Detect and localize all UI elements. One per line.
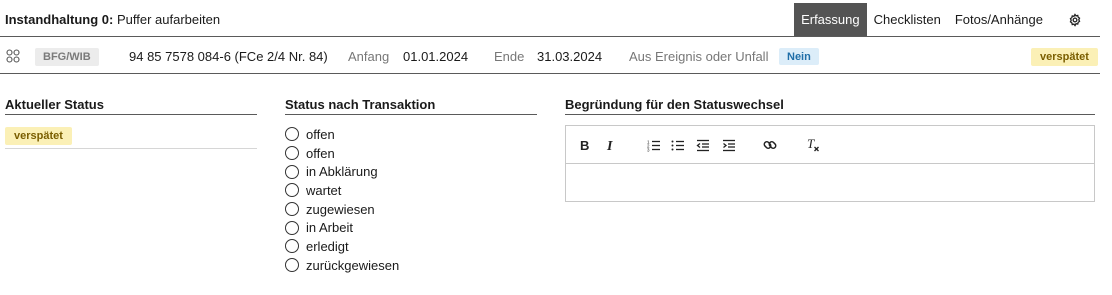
bullet-list-icon[interactable]	[669, 136, 687, 154]
end-value: 31.03.2024	[537, 48, 603, 64]
radio-label: zugewiesen	[306, 201, 375, 217]
current-status-badge: verspätet	[5, 127, 72, 145]
title-text: Puffer aufarbeiten	[116, 12, 221, 27]
svg-text:3: 3	[647, 147, 650, 152]
radio-zurueckgewiesen[interactable]: zurückgewiesen	[285, 256, 399, 275]
status-radio-group: offen offen in Abklärung wartet zugewies…	[285, 125, 399, 275]
tab-fotos-anhaenge[interactable]: Fotos/Anhänge	[948, 3, 1050, 36]
radio-button[interactable]	[285, 202, 299, 217]
title-prefix: Instandhaltung 0:	[5, 12, 114, 27]
link-icon[interactable]	[761, 136, 779, 154]
ordered-list-icon[interactable]: 1 2 3	[645, 136, 663, 154]
divider	[5, 114, 257, 115]
radio-button[interactable]	[285, 127, 299, 142]
radio-button[interactable]	[285, 164, 299, 179]
gear-icon[interactable]	[1050, 3, 1100, 36]
outdent-icon[interactable]	[694, 136, 712, 154]
editor-toolbar: B I 1 2 3 T	[566, 126, 1094, 164]
tab-bar: Erfassung Checklisten Fotos/Anhänge	[794, 3, 1100, 36]
reason-heading: Begründung für den Statuswechsel	[565, 97, 784, 112]
radio-in-arbeit[interactable]: in Arbeit	[285, 218, 399, 237]
indent-icon[interactable]	[720, 136, 738, 154]
clear-format-icon[interactable]: T	[804, 136, 822, 154]
drag-handle-icon[interactable]	[5, 38, 21, 74]
radio-offen[interactable]: offen	[285, 125, 399, 144]
radio-button[interactable]	[285, 258, 299, 273]
bold-icon[interactable]: B	[576, 136, 594, 154]
header-bar: Instandhaltung 0: Puffer aufarbeiten Erf…	[0, 0, 1100, 37]
divider	[285, 114, 537, 115]
radio-label: offen	[306, 145, 335, 161]
radio-button[interactable]	[285, 183, 299, 198]
tab-checklisten[interactable]: Checklisten	[867, 3, 948, 36]
org-badge: BFG/WIB	[35, 48, 99, 66]
svg-text:B: B	[580, 139, 589, 152]
event-label: Aus Ereignis oder Unfall	[629, 48, 769, 64]
svg-text:T: T	[807, 138, 815, 151]
radio-button[interactable]	[285, 239, 299, 254]
radio-label: in Arbeit	[306, 220, 353, 236]
italic-icon[interactable]: I	[602, 136, 620, 154]
divider	[565, 114, 1095, 115]
transition-heading: Status nach Transaktion	[285, 97, 436, 112]
status-badge: verspätet	[1031, 48, 1098, 66]
radio-label: in Abklärung	[306, 164, 378, 180]
current-status-heading: Aktueller Status	[5, 97, 104, 112]
event-badge: Nein	[779, 48, 819, 65]
radio-label: erledigt	[306, 238, 349, 254]
radio-offen-2[interactable]: offen	[285, 144, 399, 163]
start-value: 01.01.2024	[403, 48, 469, 64]
radio-button[interactable]	[285, 220, 299, 235]
tab-erfassung[interactable]: Erfassung	[794, 3, 867, 36]
divider	[5, 148, 257, 149]
radio-label: zurückgewiesen	[306, 257, 400, 273]
radio-label: wartet	[306, 182, 342, 198]
svg-text:I: I	[606, 139, 613, 152]
end-label: Ende	[494, 48, 525, 64]
vehicle-id: 94 85 7578 084-6 (FCe 2/4 Nr. 84)	[129, 48, 328, 64]
radio-wartet[interactable]: wartet	[285, 181, 399, 200]
radio-erledigt[interactable]: erledigt	[285, 237, 399, 256]
info-row: BFG/WIB 94 85 7578 084-6 (FCe 2/4 Nr. 84…	[0, 38, 1100, 74]
reason-editor: B I 1 2 3 T	[565, 125, 1095, 202]
page-title: Instandhaltung 0: Puffer aufarbeiten	[5, 12, 220, 27]
radio-in-abklaerung[interactable]: in Abklärung	[285, 162, 399, 181]
radio-zugewiesen[interactable]: zugewiesen	[285, 200, 399, 219]
start-label: Anfang	[348, 48, 390, 64]
radio-label: offen	[306, 126, 335, 142]
reason-text-area[interactable]	[566, 164, 1094, 201]
radio-button[interactable]	[285, 146, 299, 161]
